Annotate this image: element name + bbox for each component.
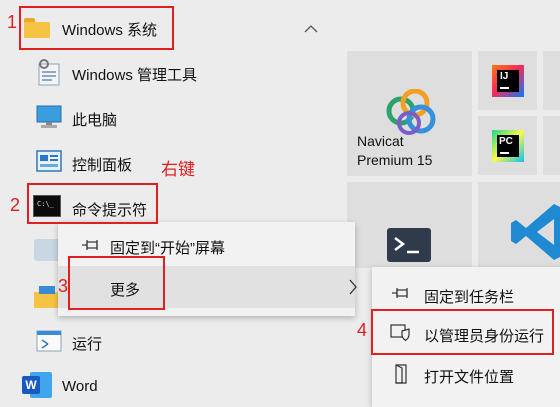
list-item-label: Word bbox=[62, 378, 98, 395]
control-panel-icon bbox=[36, 150, 62, 172]
menu-item-label: 固定到任务栏 bbox=[424, 289, 515, 306]
menu-item-label: 打开文件位置 bbox=[424, 369, 515, 386]
menu-item-open-location[interactable]: 打开文件位置 bbox=[372, 357, 560, 391]
tile-pycharm[interactable]: PC bbox=[478, 116, 537, 175]
tile-navicat-label-2: Premium 15 bbox=[357, 152, 433, 168]
pycharm-icon: PC bbox=[492, 130, 524, 162]
tile-intellij[interactable]: IJ bbox=[478, 51, 537, 110]
tile-partial-top[interactable] bbox=[543, 51, 560, 110]
chevron-right-icon bbox=[349, 279, 357, 295]
navicat-logo-icon bbox=[386, 89, 436, 135]
annotation-box-2 bbox=[27, 183, 158, 224]
annotation-right-click: 右键 bbox=[161, 160, 195, 179]
pin-icon bbox=[82, 240, 98, 250]
list-item-run[interactable]: 运行 bbox=[28, 324, 328, 360]
vscode-icon bbox=[511, 204, 560, 260]
tile-navicat[interactable]: Navicat Premium 15 bbox=[347, 51, 472, 176]
list-item-this-pc[interactable]: 此电脑 bbox=[28, 100, 338, 136]
annotation-box-4 bbox=[371, 309, 554, 355]
menu-item-pin-taskbar[interactable]: 固定到任务栏 bbox=[372, 277, 560, 311]
partial-icon-network bbox=[34, 239, 60, 261]
run-icon bbox=[36, 330, 62, 352]
chevron-up-icon[interactable] bbox=[304, 24, 318, 34]
pin-icon bbox=[392, 288, 408, 298]
annotation-step-3: 3 bbox=[58, 276, 69, 296]
intellij-icon: IJ bbox=[492, 65, 524, 97]
menu-item-label: 固定到“开始”屏幕 bbox=[110, 240, 225, 257]
partial-icon-folder bbox=[34, 286, 60, 308]
word-icon: W bbox=[22, 372, 52, 398]
list-item-label: 此电脑 bbox=[72, 112, 118, 129]
list-item-label: 运行 bbox=[72, 336, 103, 353]
annotation-step-1: 1 bbox=[7, 12, 18, 32]
tile-navicat-label-1: Navicat bbox=[357, 133, 404, 149]
pycharm-badge: PC bbox=[499, 136, 513, 147]
tile-vscode[interactable] bbox=[478, 182, 560, 268]
list-item-label: Windows 管理工具 bbox=[72, 67, 198, 84]
terminal-icon bbox=[387, 228, 431, 262]
tile-terminal[interactable] bbox=[347, 182, 472, 268]
list-item-word[interactable]: W Word bbox=[20, 368, 320, 398]
admin-tools-icon bbox=[38, 59, 60, 86]
annotation-step-2: 2 bbox=[10, 195, 21, 215]
annotation-box-1 bbox=[19, 6, 174, 50]
list-item-admin-tools[interactable]: Windows 管理工具 bbox=[28, 55, 338, 91]
list-item-label: 控制面板 bbox=[72, 157, 133, 174]
tile-partial-mid[interactable] bbox=[543, 116, 560, 175]
computer-icon bbox=[36, 105, 62, 128]
intellij-badge: IJ bbox=[500, 71, 509, 82]
file-location-icon bbox=[395, 364, 407, 384]
annotation-step-4: 4 bbox=[357, 320, 368, 340]
annotation-box-3 bbox=[68, 256, 165, 310]
